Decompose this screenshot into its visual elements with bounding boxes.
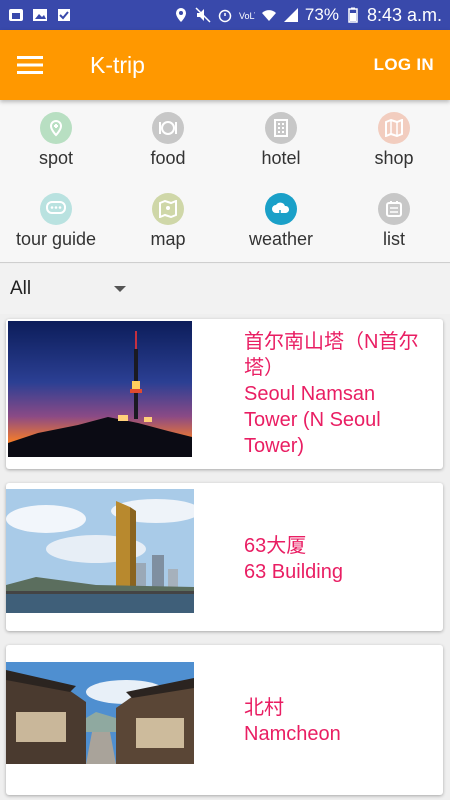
place-title-en: 63 Building xyxy=(244,561,343,583)
category-label: weather xyxy=(248,229,314,249)
place-card-bukchon[interactable]: 北村 Namcheon xyxy=(6,645,443,795)
category-filter-dropdown[interactable]: All xyxy=(0,264,450,314)
status-bar: VoLTE 73% 8:43 a.m. xyxy=(0,0,450,30)
category-spot[interactable]: spot xyxy=(0,112,112,169)
cloud-icon xyxy=(265,193,297,225)
place-title: 63大厦 63 Building xyxy=(244,533,433,585)
battery-percent: 73% xyxy=(304,5,339,24)
category-label: map xyxy=(150,229,186,249)
building-icon xyxy=(265,112,297,144)
category-label: tour guide xyxy=(15,229,97,249)
notification-photo-icon xyxy=(9,9,23,21)
category-list[interactable]: list xyxy=(338,193,450,250)
category-hotel[interactable]: hotel xyxy=(225,112,337,169)
place-card-namsan-tower[interactable]: 首尔南山塔（N首尔塔） Seoul Namsan Tower (N Seoul … xyxy=(6,319,443,469)
app-title: K-trip xyxy=(90,51,145,78)
63-building-image xyxy=(6,489,194,613)
wifi-icon xyxy=(261,10,276,21)
volte-icon: VoLTE xyxy=(239,11,255,21)
hamburger-menu-icon xyxy=(17,56,43,74)
location-pin-icon xyxy=(40,112,72,144)
category-label: food xyxy=(150,148,186,168)
category-label: hotel xyxy=(261,148,301,168)
map-fold-icon xyxy=(378,112,410,144)
list-box-icon xyxy=(378,193,410,225)
place-title-cn: 首尔南山塔（N首尔塔） xyxy=(244,331,419,379)
place-title-en: Seoul Namsan Tower (N Seoul Tower) xyxy=(244,383,381,457)
namsan-tower-image xyxy=(8,321,192,457)
place-card-63-building[interactable]: 63大厦 63 Building xyxy=(6,483,443,631)
category-tour-guide[interactable]: tour guide xyxy=(0,193,112,250)
signal-icon xyxy=(283,8,298,22)
chat-bubble-icon xyxy=(40,193,72,225)
app-bar: K-trip LOG IN xyxy=(0,30,450,100)
place-title-cn: 63大厦 xyxy=(244,535,307,557)
check-flag-icon xyxy=(58,9,70,21)
place-title-en: Namcheon xyxy=(244,723,341,745)
alarm-icon xyxy=(218,9,232,23)
category-weather[interactable]: weather xyxy=(225,193,337,250)
category-label: spot xyxy=(38,148,74,168)
plate-cutlery-icon xyxy=(152,112,184,144)
battery-icon xyxy=(348,7,358,23)
place-title-cn: 北村 xyxy=(244,697,284,719)
place-title: 首尔南山塔（N首尔塔） Seoul Namsan Tower (N Seoul … xyxy=(244,329,433,459)
filter-selected-value: All xyxy=(10,278,32,299)
category-grid: spot food hotel shop tour guide map weat… xyxy=(0,100,450,263)
bukchon-image xyxy=(6,662,194,764)
place-title: 北村 Namcheon xyxy=(244,695,433,747)
location-icon xyxy=(175,8,186,22)
menu-button[interactable] xyxy=(0,30,60,100)
clock: 8:43 a.m. xyxy=(366,4,442,25)
map-pin-icon xyxy=(152,193,184,225)
category-food[interactable]: food xyxy=(112,112,224,169)
category-map[interactable]: map xyxy=(112,193,224,250)
category-label: list xyxy=(383,229,405,249)
category-shop[interactable]: shop xyxy=(338,112,450,169)
dropdown-caret-icon xyxy=(114,286,126,292)
mute-icon xyxy=(195,7,211,23)
login-button[interactable]: LOG IN xyxy=(374,55,434,75)
category-label: shop xyxy=(374,148,414,168)
svg-text:VoLTE: VoLTE xyxy=(239,11,255,21)
gallery-icon xyxy=(33,9,47,21)
